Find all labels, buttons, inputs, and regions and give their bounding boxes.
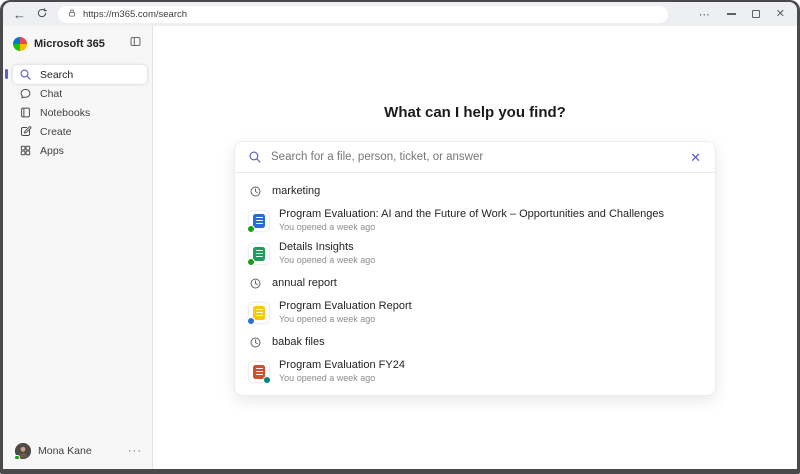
suggestion-query-text: babak files: [272, 336, 325, 348]
presence-available-icon: [14, 454, 20, 460]
browser-titlebar: ← https://m365.com/search ⋯ ✕: [3, 2, 797, 26]
sidebar-item-label: Create: [40, 125, 72, 138]
suggestion-row[interactable]: babak files: [235, 329, 715, 355]
sidebar: Microsoft 365 Search Chat Notebooks Crea…: [3, 26, 153, 469]
maximize-icon[interactable]: [751, 10, 760, 18]
page-title: What can I help you find?: [384, 104, 566, 121]
collapse-sidebar-icon[interactable]: [129, 35, 142, 53]
close-icon[interactable]: ✕: [776, 8, 785, 20]
cloud-sync-icon: [247, 257, 255, 266]
notebook-icon: [21, 107, 30, 118]
search-icon: [20, 69, 31, 80]
suggestion-file-subtitle: You opened a week ago: [279, 313, 376, 324]
sidebar-item-notebooks[interactable]: Notebooks: [13, 103, 147, 122]
search-input[interactable]: [271, 151, 681, 163]
browser-window: ← https://m365.com/search ⋯ ✕ Microsoft …: [0, 0, 800, 474]
avatar: [14, 443, 31, 460]
sidebar-item-label: Chat: [40, 87, 63, 100]
suggestion-row[interactable]: marketing: [235, 178, 715, 204]
sidebar-item-label: Notebooks: [40, 106, 91, 119]
suggestion-file-subtitle: You opened a week ago: [279, 254, 376, 265]
sidebar-item-search[interactable]: Search: [5, 65, 147, 84]
brand-label: Microsoft 365: [34, 38, 105, 50]
search-icon: [249, 151, 261, 163]
refresh-icon[interactable]: [36, 7, 48, 21]
suggestion-file-title: Details Insights: [279, 241, 354, 253]
suggestion-query-text: marketing: [272, 185, 321, 197]
main-content: What can I help you find? ✕ marketing: [153, 26, 797, 469]
suggestion-row[interactable]: Program Evaluation Report You opened a w…: [235, 296, 715, 329]
user-more-icon[interactable]: ···: [128, 445, 142, 457]
sidebar-item-apps[interactable]: Apps: [13, 141, 147, 160]
suggestion-row[interactable]: annual report: [235, 270, 715, 296]
url-text: https://m365.com/search: [83, 8, 188, 20]
brand-row: Microsoft 365: [3, 31, 152, 57]
url-bar[interactable]: https://m365.com/search: [58, 5, 668, 23]
history-icon: [250, 186, 261, 196]
word-file-icon: [247, 210, 269, 233]
cloud-sync-icon: [247, 316, 255, 325]
apps-grid-icon: [20, 145, 31, 156]
user-name: Mona Kane: [38, 445, 92, 457]
search-box: ✕: [235, 142, 715, 173]
suggestion-file-subtitle: You opened a week ago: [279, 372, 376, 383]
sidebar-item-label: Apps: [40, 144, 64, 157]
excel-file-icon: [247, 243, 269, 266]
suggestion-list: marketing Program Evaluation: AI and the…: [235, 173, 715, 395]
back-icon[interactable]: ←: [13, 8, 26, 21]
search-panel: ✕ marketing: [234, 141, 716, 396]
stream-badge-icon: [263, 375, 271, 384]
sidebar-item-label: Search: [40, 68, 74, 81]
suggestion-file-title: Program Evaluation Report: [279, 300, 412, 312]
browser-menu-icon[interactable]: ⋯: [699, 8, 711, 21]
history-icon: [250, 337, 261, 347]
close-search-icon[interactable]: ✕: [689, 151, 702, 164]
history-icon: [250, 278, 261, 288]
minimize-icon[interactable]: [726, 13, 736, 15]
suggestion-query-text: annual report: [272, 277, 337, 289]
suggestion-row[interactable]: Program Evaluation: AI and the Future of…: [235, 204, 715, 237]
user-account-row[interactable]: Mona Kane ···: [3, 439, 152, 469]
suggestion-file-title: Program Evaluation FY24: [279, 359, 405, 371]
sidebar-item-create[interactable]: Create: [13, 122, 147, 141]
suggestion-file-title: Program Evaluation: AI and the Future of…: [279, 208, 665, 220]
sidebar-item-chat[interactable]: Chat: [13, 84, 147, 103]
microsoft-365-logo-icon: [13, 37, 27, 51]
suggestion-file-subtitle: You opened a week ago: [279, 221, 376, 232]
cloud-sync-icon: [247, 224, 255, 233]
powerpoint-file-icon: [249, 361, 271, 384]
create-icon: [21, 126, 32, 136]
sidebar-nav: Search Chat Notebooks Create Apps: [3, 65, 152, 160]
yellow-document-file-icon: [247, 302, 269, 325]
suggestion-row[interactable]: Details Insights You opened a week ago: [235, 237, 715, 270]
lock-icon: [67, 5, 77, 23]
chat-icon: [20, 88, 31, 99]
suggestion-row[interactable]: Program Evaluation FY24 You opened a wee…: [235, 355, 715, 388]
